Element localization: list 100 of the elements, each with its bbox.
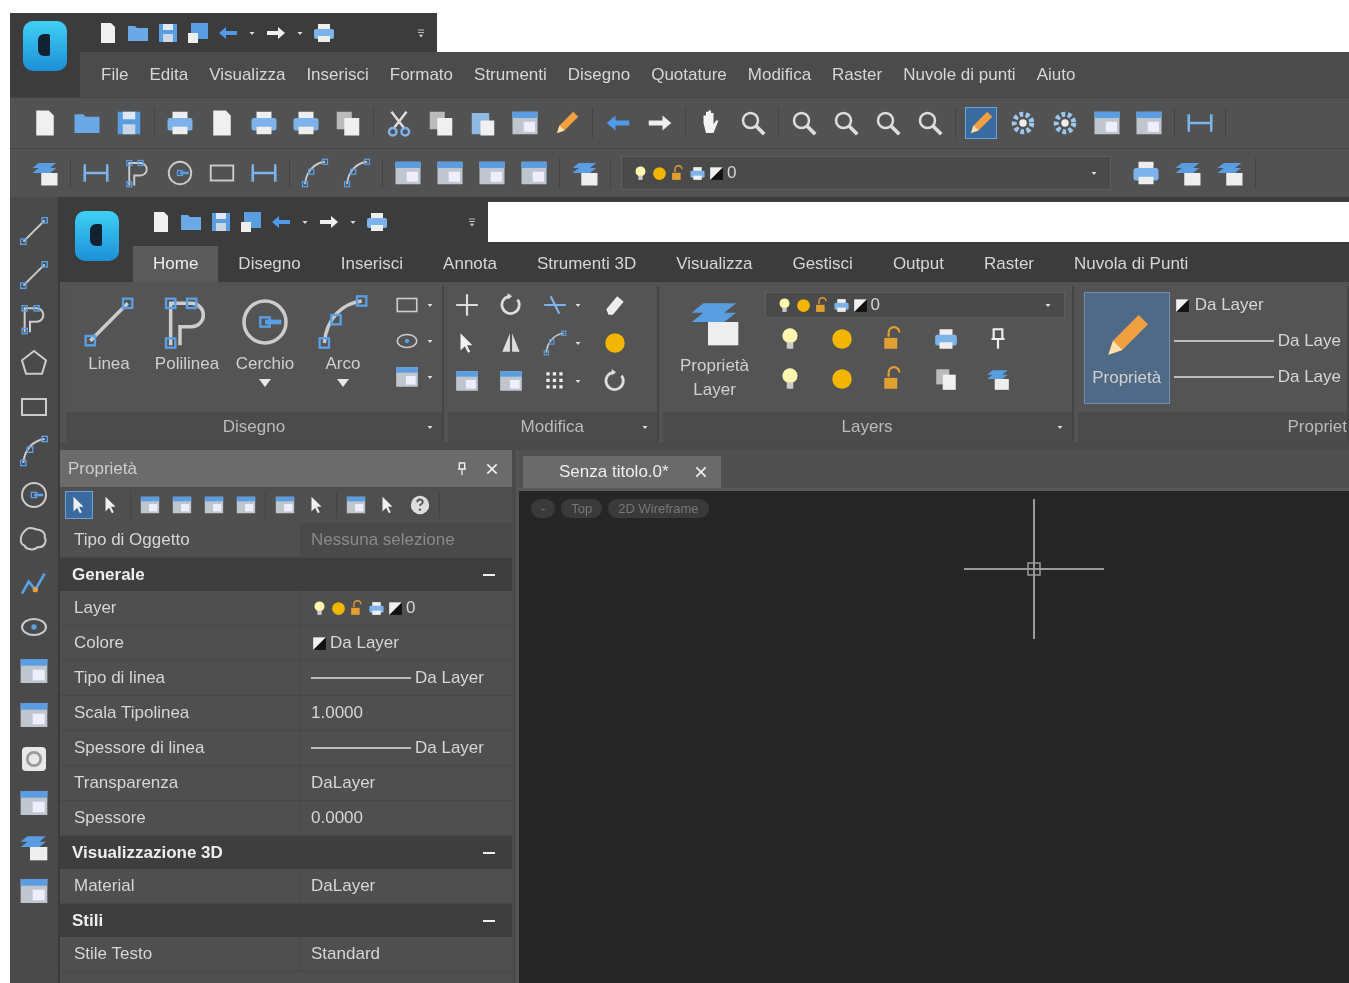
property-label: Material (73, 876, 136, 896)
ribbon-tab[interactable]: Strumenti 3D (517, 246, 657, 282)
printer-icon[interactable] (932, 326, 959, 352)
menu-item[interactable]: Modifica (747, 64, 812, 85)
document-tab[interactable]: Senza titolo.0* (523, 456, 721, 488)
arc-icon[interactable] (300, 158, 330, 188)
layer-name: 0 (406, 598, 416, 618)
window-icon[interactable] (454, 368, 480, 394)
layer-properties-button[interactable]: Proprietà Layer (668, 292, 761, 404)
sun-icon[interactable] (602, 330, 628, 356)
ribbon-tab[interactable]: Nuvola di Punti (1054, 246, 1209, 282)
window-icon[interactable] (498, 368, 524, 394)
ribbon-tab[interactable]: Output (872, 246, 964, 282)
menu-item[interactable]: Aiuto (1036, 64, 1076, 85)
ribbon-tab[interactable]: Annota (423, 246, 517, 282)
section-header[interactable]: Generale (60, 558, 512, 591)
customize-icon[interactable] (415, 26, 427, 39)
property-label: Tipo di linea (73, 668, 167, 688)
property-value[interactable]: 0.0000 (300, 801, 512, 835)
arc-icon[interactable] (542, 330, 568, 356)
color-swatch-icon[interactable] (708, 164, 725, 182)
property-label: Scala Tipolinea (73, 703, 191, 723)
section-header[interactable]: Visualizzazione 3D (60, 836, 512, 869)
printer-icon[interactable] (368, 599, 385, 617)
property-value[interactable]: 0 (300, 591, 512, 625)
section-header[interactable]: Stili (60, 904, 512, 937)
layer-dropdown[interactable]: 0 (621, 156, 1111, 190)
property-value[interactable]: 1.0000 (300, 696, 512, 730)
cursor-icon[interactable] (66, 492, 92, 518)
menu-item[interactable]: Visualizza (209, 64, 286, 85)
ribbon-tab[interactable]: Raster (963, 246, 1054, 282)
circle-icon[interactable] (18, 479, 50, 511)
property-label: Colore (73, 633, 126, 653)
menu-item[interactable]: File (101, 64, 129, 85)
printer-icon[interactable] (689, 164, 706, 182)
property-value[interactable]: Da Layer (300, 661, 512, 695)
panel-title: Modifica (520, 417, 584, 437)
linetype-dropdown[interactable]: Da Laye (1173, 328, 1341, 354)
pencil-icon[interactable] (966, 108, 996, 138)
save-icon[interactable] (209, 210, 233, 234)
property-value[interactable]: Da Layer (300, 731, 512, 765)
printer-icon[interactable] (365, 210, 389, 234)
color-swatch-icon[interactable] (387, 599, 404, 617)
section-title: Stili (72, 910, 104, 931)
menu-item[interactable]: Nuvole di punti (903, 64, 1016, 85)
caret-icon[interactable] (335, 378, 351, 388)
move-icon[interactable] (454, 292, 480, 318)
panel-title: Propriet (1287, 417, 1347, 437)
window-icon[interactable] (394, 364, 420, 390)
property-label: Spessore (73, 808, 147, 828)
sun-icon[interactable] (794, 296, 812, 314)
layer-name: 0 (727, 163, 737, 183)
draw-tool-button[interactable]: Cerchio (228, 292, 302, 390)
draw-tool-button[interactable]: Polilinea (150, 292, 224, 390)
color-swatch-icon[interactable] (311, 634, 328, 652)
rotate-icon[interactable] (602, 368, 628, 394)
ribbon-tab[interactable]: Home (133, 246, 219, 282)
panel-title: Disegno (222, 417, 286, 437)
property-label: Layer (73, 598, 118, 618)
menu-item[interactable]: Formato (389, 64, 454, 85)
menu-item[interactable]: Quotature (651, 64, 727, 85)
draw-tool-button[interactable]: Arco (306, 292, 380, 390)
menu-item[interactable]: Edita (149, 64, 189, 85)
layer-dropdown[interactable]: 0 (764, 292, 1065, 318)
rotate-icon[interactable] (498, 292, 524, 318)
customize-icon[interactable] (466, 216, 478, 228)
property-value[interactable]: DaLayer (300, 766, 512, 800)
menu-item[interactable]: Inserisci (306, 64, 369, 85)
caret-icon[interactable] (257, 378, 273, 388)
draw-tool-button[interactable]: Linea (72, 292, 146, 390)
panel-title: Proprietà (68, 458, 137, 479)
section-title: Generale (72, 564, 145, 585)
menu-item[interactable]: Raster (832, 64, 883, 85)
lineweight-dropdown[interactable]: Da Laye (1173, 364, 1341, 390)
ribbon-tab[interactable]: Disegno (218, 246, 321, 282)
property-value[interactable]: DaLayer (300, 869, 512, 903)
color-swatch-icon[interactable] (1173, 296, 1191, 314)
property-value[interactable]: Standard (300, 937, 512, 971)
circle-icon[interactable] (165, 158, 195, 188)
line-icon[interactable] (18, 215, 50, 247)
menu-item[interactable]: Disegno (567, 64, 631, 85)
line-icon[interactable] (18, 259, 50, 291)
sun-icon[interactable] (330, 599, 347, 617)
properties-button[interactable]: Proprietà (1083, 292, 1170, 404)
ribbon-tab[interactable]: Gestisci (772, 246, 873, 282)
section-title: Visualizzazione 3D (72, 842, 223, 863)
arc-icon[interactable] (18, 435, 50, 467)
panel-title: Layers (841, 417, 893, 437)
layer-name: 0 (870, 295, 880, 315)
color-dropdown[interactable]: Da Layer (1173, 292, 1341, 318)
arc-icon[interactable] (342, 158, 372, 188)
ribbon-tab[interactable]: Visualizza (656, 246, 773, 282)
sun-icon[interactable] (651, 164, 668, 182)
color-swatch-icon[interactable] (851, 296, 869, 314)
ribbon-tab[interactable]: Inserisci (320, 246, 424, 282)
printer-icon[interactable] (832, 296, 850, 314)
property-label: Transparenza (73, 773, 180, 793)
menu-item[interactable]: Strumenti (474, 64, 547, 85)
property-value[interactable]: Da Layer (300, 626, 512, 660)
crosshair-cursor-icon (964, 499, 1104, 639)
